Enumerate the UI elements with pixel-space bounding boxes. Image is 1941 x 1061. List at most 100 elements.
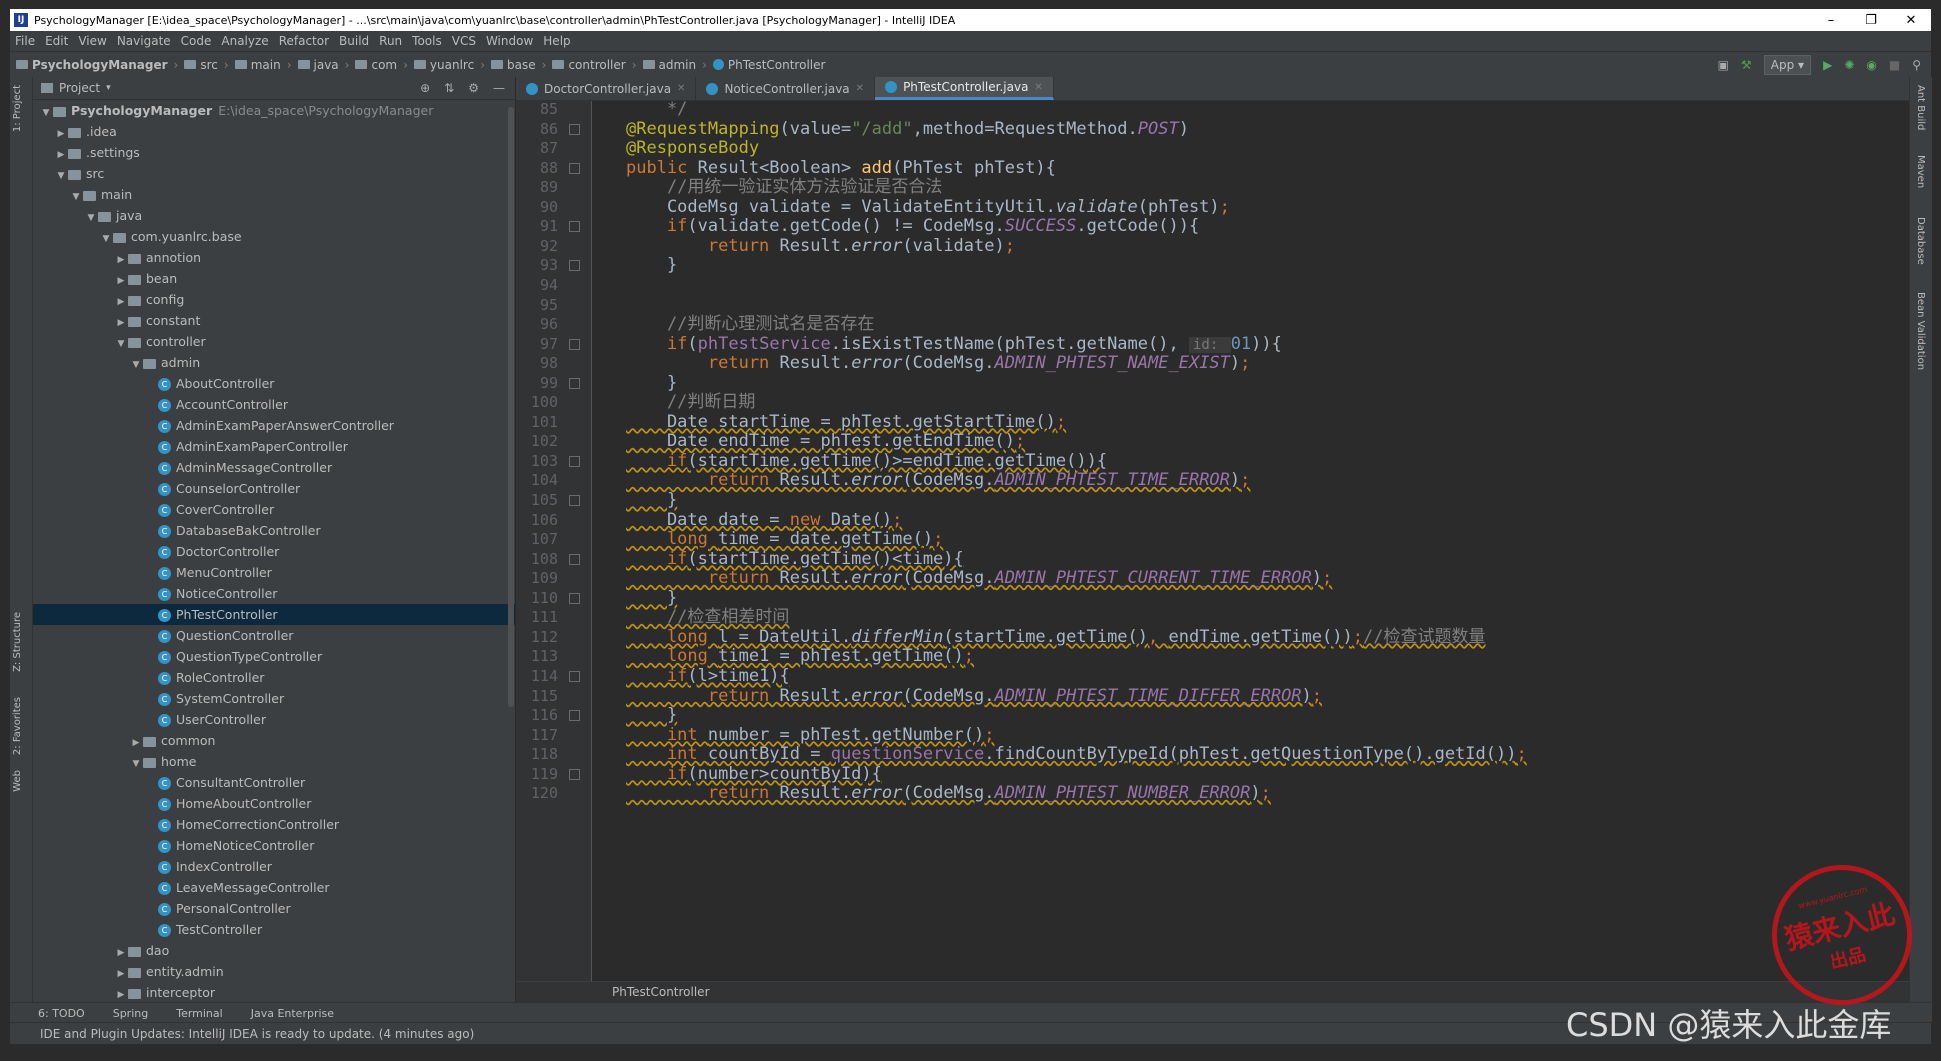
menu-view[interactable]: View	[73, 34, 111, 48]
tree-class-item[interactable]: C IndexController	[33, 856, 515, 877]
tree-folder-item[interactable]: ▼ controller	[33, 331, 515, 352]
fold-marker-icon[interactable]	[569, 338, 580, 350]
tree-class-item[interactable]: C NoticeController	[33, 583, 515, 604]
breadcrumb-item[interactable]: main	[251, 58, 281, 72]
tree-class-item[interactable]: C AdminExamPaperAnswerController	[33, 415, 515, 436]
tree-class-item[interactable]: C TestController	[33, 919, 515, 940]
project-view-select[interactable]: Project	[59, 81, 100, 95]
tree-folder-item[interactable]: ▶ interceptor	[33, 982, 515, 1003]
tree-folder-item[interactable]: ▶ .idea	[33, 121, 515, 142]
fold-marker-icon[interactable]	[569, 495, 580, 506]
breadcrumb-item[interactable]: base	[507, 58, 536, 72]
tree-class-item[interactable]: C PhTestController	[33, 604, 515, 625]
fold-marker-icon[interactable]	[569, 377, 580, 389]
tree-class-item[interactable]: C SystemController	[33, 688, 515, 709]
fold-marker-icon[interactable]	[569, 592, 580, 604]
tree-folder-item[interactable]: ▶ .settings	[33, 142, 515, 163]
fold-marker-icon[interactable]	[569, 768, 580, 780]
tree-class-item[interactable]: C DoctorController	[33, 541, 515, 562]
tree-folder-item[interactable]: ▶ common	[33, 730, 515, 751]
editor-tab[interactable]: NoticeController.java ✕	[696, 77, 876, 100]
fold-marker-icon[interactable]	[569, 162, 580, 174]
tree-class-item[interactable]: C AdminExamPaperController	[33, 436, 515, 457]
tree-class-item[interactable]: C AboutController	[33, 373, 515, 394]
collapse-all-icon[interactable]: ⇅	[444, 81, 454, 95]
tree-class-item[interactable]: C CounselorController	[33, 478, 515, 499]
search-icon[interactable]: ⚲	[1912, 58, 1921, 72]
locate-icon[interactable]: ⊕	[420, 81, 430, 95]
tool-tab-project[interactable]: 1: Project	[12, 85, 23, 132]
menu-navigate[interactable]: Navigate	[112, 34, 176, 48]
tool-tab-structure[interactable]: Z: Structure	[12, 612, 23, 672]
tree-class-item[interactable]: C LeaveMessageController	[33, 877, 515, 898]
tree-class-item[interactable]: C AdminMessageController	[33, 457, 515, 478]
menu-build[interactable]: Build	[334, 34, 374, 48]
tree-folder-item[interactable]: ▼ src	[33, 163, 515, 184]
editor-tab[interactable]: PhTestController.java ✕	[875, 77, 1054, 100]
breadcrumb-item[interactable]: com	[371, 58, 397, 72]
tree-class-item[interactable]: C RoleController	[33, 667, 515, 688]
tree-class-item[interactable]: C HomeCorrectionController	[33, 814, 515, 835]
tree-class-item[interactable]: C HomeNoticeController	[33, 835, 515, 856]
breadcrumb-item[interactable]: PhTestController	[728, 58, 826, 72]
tool-tab-bean-validation[interactable]: Bean Validation	[1915, 292, 1926, 370]
fold-marker-icon[interactable]	[569, 455, 580, 467]
menu-file[interactable]: File	[10, 34, 40, 48]
fold-marker-icon[interactable]	[569, 670, 580, 682]
tree-folder-item[interactable]: ▶ bean	[33, 268, 515, 289]
hide-icon[interactable]: —	[493, 81, 505, 95]
menu-vcs[interactable]: VCS	[447, 34, 481, 48]
tree-class-item[interactable]: C CoverController	[33, 499, 515, 520]
fold-marker-icon[interactable]	[569, 710, 580, 722]
breadcrumb-item[interactable]: src	[200, 58, 218, 72]
menu-code[interactable]: Code	[176, 34, 217, 48]
fold-marker-icon[interactable]	[569, 553, 580, 565]
tool-tab-terminal[interactable]: Terminal	[176, 1007, 223, 1020]
editor-tab[interactable]: DoctorController.java ✕	[516, 77, 697, 100]
maximize-button[interactable]: ❐	[1851, 13, 1891, 28]
tool-tab-favorites[interactable]: 2: Favorites	[12, 697, 23, 755]
tree-class-item[interactable]: C ConsultantController	[33, 772, 515, 793]
tool-tab-ant-build[interactable]: Ant Build	[1915, 85, 1926, 130]
fold-marker-icon[interactable]	[569, 260, 580, 272]
tool-tab-maven[interactable]: Maven	[1915, 155, 1926, 188]
fold-marker-icon[interactable]	[569, 123, 580, 135]
code-editor[interactable]: 85 */86 @RequestMapping(value="/add",meth…	[516, 101, 1909, 981]
close-tab-icon[interactable]: ✕	[1034, 82, 1042, 93]
project-scrollbar[interactable]	[508, 107, 514, 707]
tree-folder-item[interactable]: ▼ PsychologyManager E:\idea_space\Psycholo…	[33, 100, 515, 121]
fold-marker-icon[interactable]	[569, 221, 580, 233]
tree-class-item[interactable]: C DatabaseBakController	[33, 520, 515, 541]
tree-class-item[interactable]: C HomeAboutController	[33, 793, 515, 814]
breadcrumb-item[interactable]: PsychologyManager	[32, 58, 168, 72]
gear-icon[interactable]: ⚙	[468, 81, 479, 95]
layout-icon[interactable]: ▣	[1718, 58, 1729, 72]
breadcrumb-item[interactable]: yuanlrc	[430, 58, 474, 72]
tool-tab-spring[interactable]: Spring	[113, 1007, 149, 1020]
tree-folder-item[interactable]: ▶ constant	[33, 310, 515, 331]
breadcrumb-item[interactable]: java	[314, 58, 339, 72]
close-tab-icon[interactable]: ✕	[677, 83, 685, 94]
editor-breadcrumb[interactable]: PhTestController	[516, 981, 1909, 1002]
menu-analyze[interactable]: Analyze	[216, 34, 273, 48]
tool-tab-java-enterprise[interactable]: Java Enterprise	[251, 1007, 334, 1020]
tree-folder-item[interactable]: ▼ admin	[33, 352, 515, 373]
tree-class-item[interactable]: C AccountController	[33, 394, 515, 415]
close-tab-icon[interactable]: ✕	[856, 83, 864, 94]
tree-folder-item[interactable]: ▶ dao	[33, 940, 515, 961]
menu-refactor[interactable]: Refactor	[274, 34, 334, 48]
tree-folder-item[interactable]: ▼ home	[33, 751, 515, 772]
minimize-button[interactable]: –	[1811, 13, 1851, 28]
tree-class-item[interactable]: C QuestionController	[33, 625, 515, 646]
tree-folder-item[interactable]: ▼ java	[33, 205, 515, 226]
tree-folder-item[interactable]: ▼ com.yuanlrc.base	[33, 226, 515, 247]
breadcrumb-item[interactable]: controller	[568, 58, 625, 72]
tool-tab-database[interactable]: Database	[1915, 217, 1926, 265]
menu-edit[interactable]: Edit	[40, 34, 73, 48]
tree-folder-item[interactable]: ▶ annotion	[33, 247, 515, 268]
tree-class-item[interactable]: C UserController	[33, 709, 515, 730]
menu-tools[interactable]: Tools	[407, 34, 447, 48]
tool-tab-todo[interactable]: 6: TODO	[38, 1007, 85, 1020]
menu-run[interactable]: Run	[374, 34, 407, 48]
tree-class-item[interactable]: C QuestionTypeController	[33, 646, 515, 667]
